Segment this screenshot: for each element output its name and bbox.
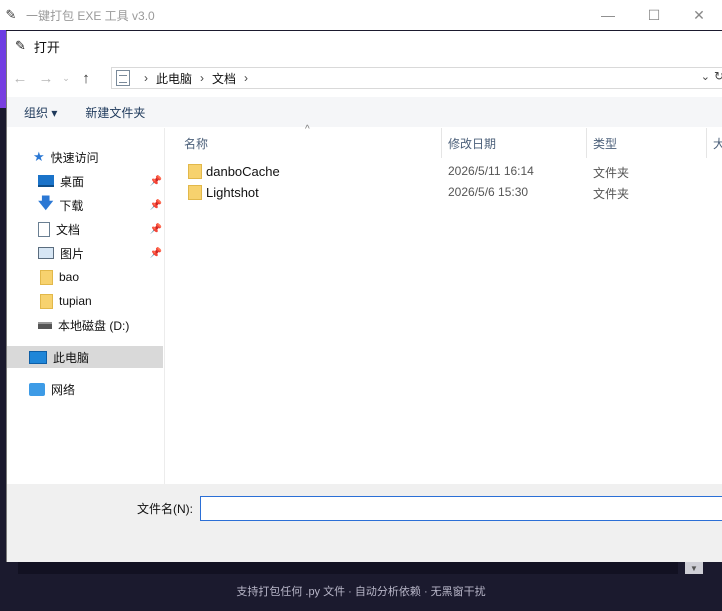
column-header-size[interactable]: 大 xyxy=(713,128,722,158)
sidebar-item-pictures[interactable]: 图片 📌 xyxy=(38,242,162,264)
folder-icon xyxy=(40,269,53,285)
recent-locations-chevron-icon[interactable]: ⌄ xyxy=(59,73,73,84)
column-header-date[interactable]: 修改日期 xyxy=(448,128,496,158)
dialog-footer: 文件名(N): xyxy=(7,484,722,562)
column-header-type[interactable]: 类型 xyxy=(593,128,617,158)
sidebar-item-bao[interactable]: bao xyxy=(40,266,79,288)
computer-icon xyxy=(29,350,47,364)
star-icon: ★ xyxy=(33,149,45,164)
pin-icon: 📌 xyxy=(149,175,162,187)
sidebar-item-desktop[interactable]: 桌面 📌 xyxy=(38,170,162,192)
refresh-icon[interactable]: ↻ xyxy=(714,69,722,83)
sidebar-item-tupian[interactable]: tupian xyxy=(40,290,92,312)
feather-icon: ✎ xyxy=(5,7,17,22)
pin-icon: 📌 xyxy=(149,199,162,211)
file-type: 文件夹 xyxy=(593,187,630,201)
sidebar-item-label: 快速访问 xyxy=(50,150,99,165)
file-row[interactable]: danboCache 2026/5/11 16:14 文件夹 xyxy=(166,161,722,182)
breadcrumb-chevron-icon[interactable]: › xyxy=(244,71,248,85)
scroll-down-button[interactable]: ▼ xyxy=(685,562,703,574)
folder-icon xyxy=(188,164,202,179)
feather-icon: ✎ xyxy=(15,38,26,53)
minimize-button[interactable]: — xyxy=(585,0,631,30)
new-folder-button[interactable]: 新建文件夹 xyxy=(85,104,145,121)
sidebar-item-label: 本地磁盘 (D:) xyxy=(58,318,130,333)
sidebar-item-label: 此电脑 xyxy=(53,350,90,365)
back-arrow-icon[interactable]: ← xyxy=(7,70,33,87)
column-divider[interactable] xyxy=(586,128,587,158)
folder-icon xyxy=(40,293,53,309)
column-divider[interactable] xyxy=(441,128,442,158)
breadcrumb-chevron-icon[interactable]: › xyxy=(200,71,204,85)
file-list: ^ 名称 修改日期 类型 大 danboCache 2026/5/11 16:1… xyxy=(166,124,722,484)
sort-ascending-icon: ^ xyxy=(305,124,310,135)
address-dropdown-icon[interactable]: ⌄ xyxy=(701,70,710,83)
file-date: 2026/5/11 16:14 xyxy=(448,164,534,178)
file-name: danboCache xyxy=(206,164,280,179)
sidebar-item-this-pc[interactable]: 此电脑 xyxy=(7,346,163,368)
folder-icon xyxy=(188,185,202,200)
sidebar-item-network[interactable]: 网络 xyxy=(29,378,75,400)
network-icon xyxy=(29,382,45,396)
sidebar-item-label: 文档 xyxy=(56,222,81,237)
breadcrumb-documents[interactable]: 文档 xyxy=(212,70,236,87)
sidebar-item-local-disk-d[interactable]: 本地磁盘 (D:) xyxy=(38,314,129,336)
pin-icon: 📌 xyxy=(149,223,162,235)
column-divider[interactable] xyxy=(706,128,707,158)
up-arrow-icon[interactable]: ↑ xyxy=(73,70,99,87)
filename-label: 文件名(N): xyxy=(137,502,193,516)
sidebar-item-label: 图片 xyxy=(60,246,85,261)
navigation-pane: ★ 快速访问 桌面 📌 🡇 下载 📌 文档 📌 图片 📌 bao tupian … xyxy=(7,128,165,484)
command-toolbar: 组织 ▾ 新建文件夹 xyxy=(7,97,722,127)
file-type: 文件夹 xyxy=(593,166,630,180)
drive-icon xyxy=(38,321,52,329)
sidebar-item-label: 桌面 xyxy=(60,174,85,189)
sidebar-item-downloads[interactable]: 🡇 下载 📌 xyxy=(38,194,162,216)
pin-icon: 📌 xyxy=(149,247,162,259)
file-name: Lightshot xyxy=(206,185,259,200)
navigation-bar: ← → ⌄ ↑ › 此电脑 › 文档 › ⌄ ↻ xyxy=(7,63,722,93)
documents-folder-icon xyxy=(116,70,130,86)
forward-arrow-icon[interactable]: → xyxy=(33,70,59,87)
app-footer-text: 支持打包任何 .py 文件 · 自动分析依赖 · 无黑窗干扰 xyxy=(236,586,486,598)
file-date: 2026/5/6 15:30 xyxy=(448,185,529,199)
file-row[interactable]: Lightshot 2026/5/6 15:30 文件夹 xyxy=(166,182,722,203)
sidebar-item-documents[interactable]: 文档 📌 xyxy=(38,218,162,240)
breadcrumb-this-pc[interactable]: 此电脑 xyxy=(156,70,192,87)
open-file-dialog: ✎ 打开 ← → ⌄ ↑ › 此电脑 › 文档 › ⌄ ↻ 组织 ▾ 新建文件夹… xyxy=(6,31,722,562)
sidebar-item-quick-access[interactable]: ★ 快速访问 xyxy=(33,146,99,168)
sidebar-item-label: tupian xyxy=(59,294,92,308)
breadcrumb-chevron-icon[interactable]: › xyxy=(144,71,148,85)
app-title: 一键打包 EXE 工具 v3.0 xyxy=(26,8,155,23)
close-button[interactable]: ✕ xyxy=(676,0,722,30)
sidebar-item-label: bao xyxy=(59,270,80,284)
dialog-title: 打开 xyxy=(33,39,60,55)
organize-button[interactable]: 组织 ▾ xyxy=(24,104,57,121)
maximize-button[interactable]: ☐ xyxy=(631,0,677,30)
pictures-icon xyxy=(38,247,54,259)
dialog-titlebar: ✎ 打开 xyxy=(7,31,722,61)
sidebar-item-label: 下载 xyxy=(59,198,84,213)
documents-icon xyxy=(38,221,50,237)
app-panel-strip xyxy=(18,562,678,574)
sidebar-item-label: 网络 xyxy=(51,382,76,397)
desktop-icon xyxy=(38,175,54,187)
filename-input[interactable] xyxy=(200,496,722,521)
download-icon: 🡇 xyxy=(38,194,54,212)
address-bar[interactable]: › 此电脑 › 文档 › ⌄ ↻ xyxy=(111,67,722,89)
column-header-name[interactable]: 名称 xyxy=(184,128,208,158)
app-titlebar: ✎ 一键打包 EXE 工具 v3.0 — ☐ ✕ xyxy=(0,0,722,30)
